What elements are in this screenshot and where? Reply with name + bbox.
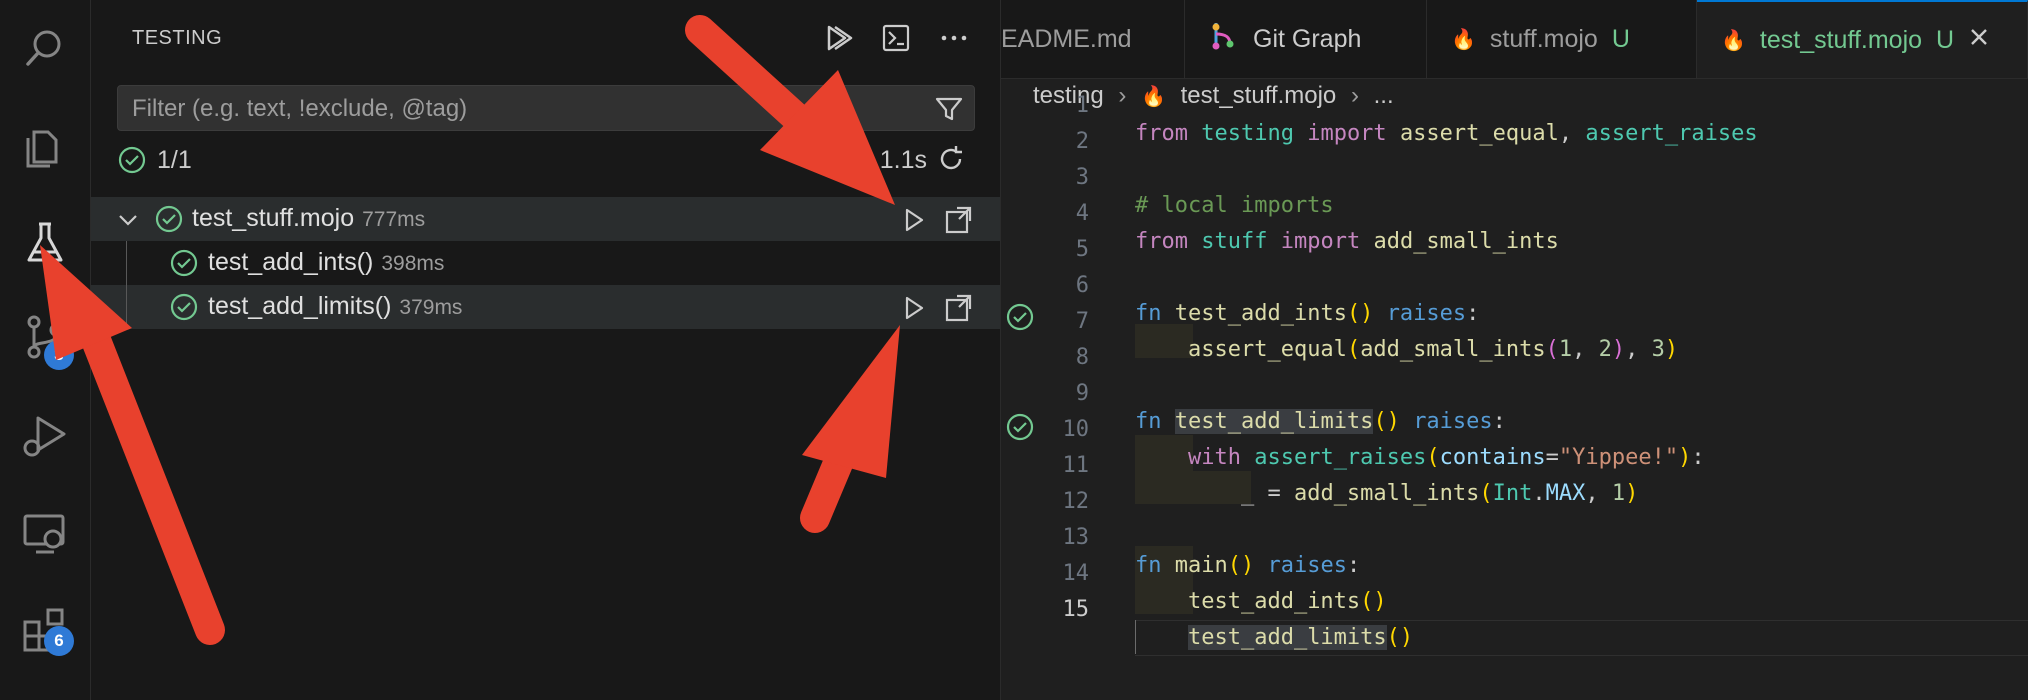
test-time: 777ms [362, 208, 426, 231]
line-number: 1 [1075, 93, 1089, 118]
line-number: 5 [1075, 237, 1089, 262]
code-line: test_add_ints() [1187, 589, 1387, 614]
code-line: test_add_limits() [1187, 625, 1414, 650]
tab-status: U [1936, 25, 1955, 54]
test-summary: 1/1 1.1s [117, 143, 987, 179]
breadcrumb-more[interactable]: ... [1374, 82, 1394, 109]
close-icon[interactable] [1968, 26, 1990, 55]
code-editor[interactable]: testing › 🔥 test_stuff.mojo › ... 1 2 3 … [1001, 79, 2028, 700]
line-number: 9 [1075, 381, 1089, 406]
search-icon[interactable] [18, 22, 72, 76]
test-case-row[interactable]: test_add_ints() 398ms [91, 241, 1000, 285]
activity-bar: 3 6 [0, 0, 91, 700]
extensions-badge: 6 [44, 626, 74, 656]
test-item-label: test_add_limits() 379ms [208, 292, 462, 321]
code-line: assert_equal(add_small_ints(1, 2), 3) [1187, 337, 1679, 362]
test-item-label: test_stuff.mojo 777ms [192, 204, 425, 233]
tab-label: stuff.mojo [1489, 24, 1598, 53]
test-name: test_add_ints() [208, 248, 374, 276]
go-to-test-icon[interactable] [941, 291, 975, 325]
line-number: 3 [1075, 165, 1089, 190]
test-time: 379ms [399, 296, 463, 319]
line-number: 11 [1062, 453, 1090, 478]
explorer-icon[interactable] [18, 118, 72, 172]
summary-count: 1/1 [157, 146, 192, 174]
remote-explorer-icon[interactable] [18, 506, 72, 560]
chevron-down-icon[interactable] [117, 209, 139, 236]
tree-indent-guide [126, 285, 127, 329]
test-name: test_add_limits() [208, 292, 392, 320]
line-number: 4 [1075, 201, 1089, 226]
panel-title: TESTING [132, 27, 223, 49]
editor-tabs: EADME.md Git Graph 🔥 stuff.mojo U 🔥 test… [1001, 0, 2028, 79]
mojo-flame-icon: 🔥 [1721, 29, 1746, 52]
pass-icon [169, 292, 199, 327]
test-file-row[interactable]: test_stuff.mojo 777ms [91, 197, 1000, 241]
testing-panel: TESTING 1/1 1.1s tes [91, 0, 1001, 700]
line-number: 12 [1062, 489, 1090, 514]
chevron-right-icon: › [1118, 82, 1127, 109]
run-test-icon[interactable] [897, 203, 931, 237]
line-number: 10 [1062, 417, 1090, 442]
tab-label: test_stuff.mojo [1759, 25, 1923, 54]
tab-test-stuff-mojo[interactable]: 🔥 test_stuff.mojo U [1697, 0, 2028, 78]
refresh-icon[interactable] [935, 143, 967, 180]
more-actions-icon[interactable] [936, 20, 972, 56]
test-filter [117, 85, 975, 132]
tab-label: Git Graph [1253, 24, 1362, 53]
code-line: fn test_add_ints() raises: [1135, 301, 1480, 326]
test-time: 398ms [381, 252, 445, 275]
tab-label: EADME.md [1001, 24, 1132, 53]
tab-stuff-mojo[interactable]: 🔥 stuff.mojo U [1427, 0, 1697, 78]
line-number: 8 [1075, 345, 1089, 370]
tree-indent-guide [126, 241, 127, 285]
go-to-test-icon[interactable] [941, 203, 975, 237]
run-all-tests-icon[interactable] [820, 20, 856, 56]
mojo-flame-icon: 🔥 [1451, 28, 1476, 51]
code-line: with assert_raises(contains="Yippee!"): [1187, 445, 1705, 470]
line-number: 2 [1075, 129, 1089, 154]
line-number: 7 [1075, 309, 1089, 334]
pass-icon [169, 248, 199, 283]
panel-actions [820, 20, 972, 56]
terminal-output-icon[interactable] [878, 20, 914, 56]
line-number: 13 [1062, 525, 1090, 550]
code-line: from testing import assert_equal, assert… [1135, 121, 1758, 146]
code-line: from stuff import add_small_ints [1135, 229, 1559, 254]
summary-duration: 1.1s [879, 146, 927, 174]
line-number: 6 [1075, 273, 1089, 298]
code-line: fn test_add_limits() raises: [1135, 409, 1506, 434]
tab-git-graph[interactable]: Git Graph [1185, 0, 1427, 78]
test-item-label: test_add_ints() 398ms [208, 248, 444, 277]
mojo-flame-icon: 🔥 [1141, 86, 1166, 108]
run-test-icon[interactable] [897, 291, 931, 325]
code-line: _ = add_small_ints(Int.MAX, 1) [1135, 481, 1639, 506]
code-line: # local imports [1135, 193, 1334, 218]
test-case-row[interactable]: test_add_limits() 379ms [91, 285, 1000, 329]
git-graph-icon [1209, 20, 1239, 59]
code-line: fn main() raises: [1135, 553, 1361, 578]
tab-status: U [1611, 24, 1630, 53]
filter-icon[interactable] [934, 94, 964, 129]
scm-badge: 3 [44, 340, 74, 370]
pass-icon [117, 145, 147, 180]
test-name: test_stuff.mojo [192, 204, 355, 232]
filter-input[interactable] [118, 86, 934, 132]
testing-flask-icon[interactable] [18, 216, 72, 270]
line-number: 15 [1062, 597, 1090, 622]
line-number: 14 [1062, 561, 1090, 586]
pass-icon [154, 204, 184, 239]
tab-readme[interactable]: EADME.md [1001, 0, 1185, 78]
chevron-right-icon: › [1350, 82, 1359, 109]
run-debug-icon[interactable] [18, 408, 72, 462]
breadcrumb-file[interactable]: test_stuff.mojo [1181, 82, 1337, 109]
